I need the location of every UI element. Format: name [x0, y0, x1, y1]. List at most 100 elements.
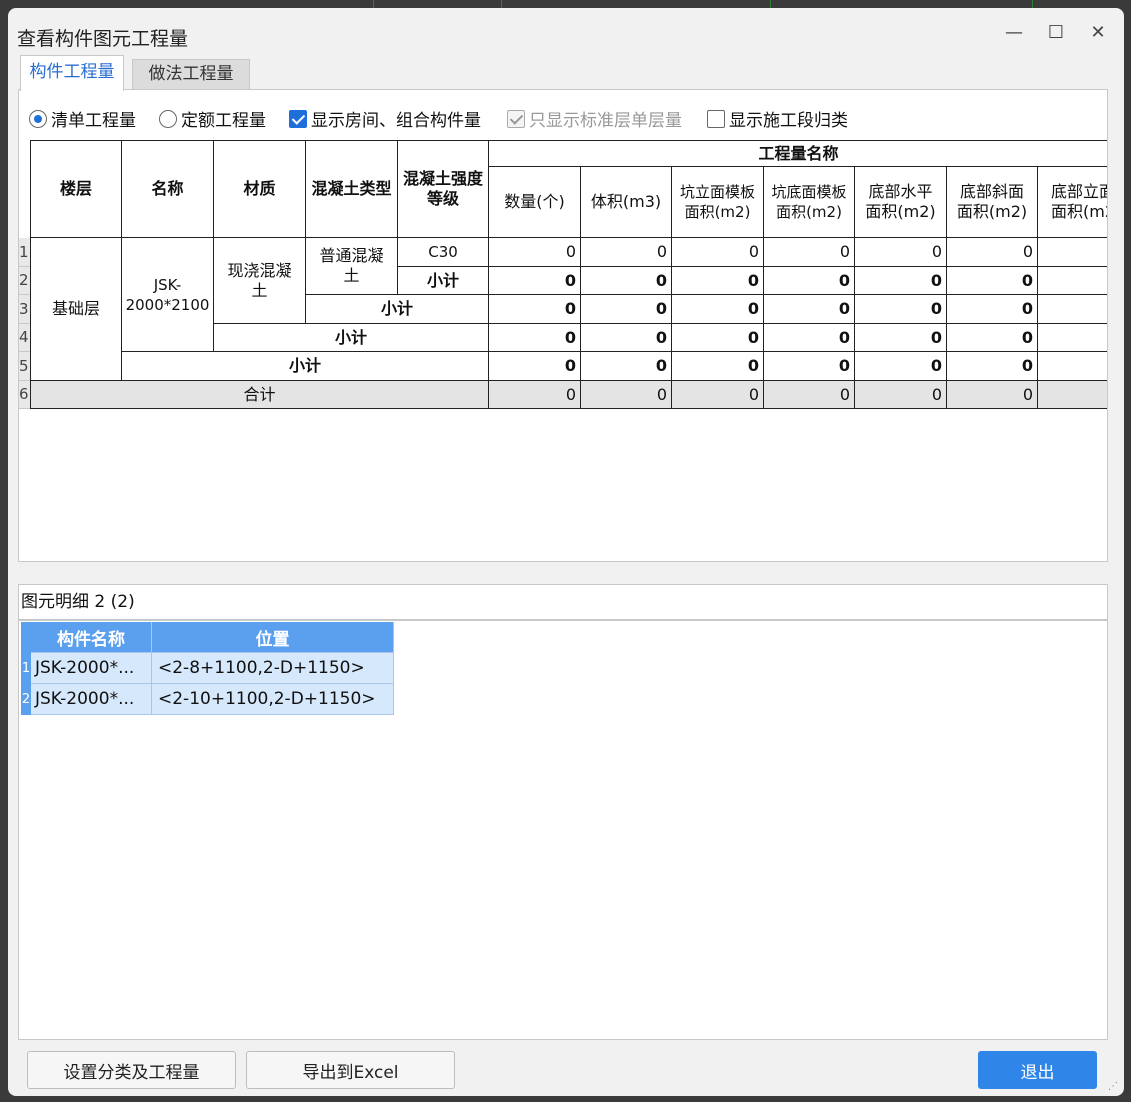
value-cell[interactable]: 0	[581, 381, 672, 409]
cell-subtotal[interactable]: 小计	[122, 352, 489, 381]
value-cell[interactable]: 0	[947, 238, 1038, 267]
detail-row-number: 2	[21, 684, 31, 715]
settings-button[interactable]: 设置分类及工程量	[27, 1051, 236, 1089]
detail-header: 图元明细 2 (2)	[18, 584, 1108, 620]
cell-subtotal[interactable]: 小计	[214, 324, 489, 352]
value-cell[interactable]: 0	[947, 381, 1038, 409]
detail-count: 2 (2)	[94, 592, 135, 612]
detail-header-name[interactable]: 构件名称	[31, 622, 152, 653]
value-cell[interactable]: 0	[672, 324, 764, 352]
detail-row-number: 1	[21, 653, 31, 684]
value-cell[interactable]	[1038, 381, 1107, 409]
value-cell[interactable]	[1038, 352, 1107, 381]
detail-panel: 构件名称 位置 1 JSK-2000*... <2-8+1100,2-D+115…	[18, 620, 1108, 1040]
value-cell[interactable]: 0	[855, 295, 947, 324]
row-number: 2	[19, 267, 30, 295]
radio-quota-quantity[interactable]: 定额工程量	[159, 106, 266, 131]
check-standard-floor: 只显示标准层单层量	[507, 106, 682, 131]
value-cell[interactable]: 0	[764, 381, 855, 409]
value-cell[interactable]: 0	[947, 324, 1038, 352]
header-pit-bottom: 坑底面模板面积(m2)	[764, 167, 855, 238]
radio-unselected-icon[interactable]	[159, 109, 177, 128]
value-cell[interactable]: 0	[489, 352, 581, 381]
row-number: 6	[19, 381, 30, 409]
header-material: 材质	[214, 140, 306, 238]
detail-cell-position[interactable]: <2-8+1100,2-D+1150>	[152, 653, 394, 684]
value-cell[interactable]: 0	[855, 352, 947, 381]
cell-subtotal[interactable]: 小计	[398, 267, 489, 295]
value-cell[interactable]: 0	[672, 352, 764, 381]
detail-header-position[interactable]: 位置	[152, 622, 394, 653]
row-number: 1	[19, 238, 30, 267]
cell-subtotal[interactable]: 小计	[306, 295, 489, 324]
quantity-table[interactable]: 楼层 名称 材质 混凝土类型 混凝土强度等级 工程量名称 数量(个) 体积(m3…	[19, 140, 1107, 470]
checkbox-unchecked-icon[interactable]	[707, 109, 725, 128]
value-cell[interactable]: 0	[672, 381, 764, 409]
checkbox-checked-icon[interactable]	[289, 109, 307, 128]
cell-total[interactable]: 合计	[30, 381, 489, 409]
export-excel-button[interactable]: 导出到Excel	[246, 1051, 455, 1089]
cell-floor[interactable]: 基础层	[30, 238, 122, 381]
maximize-icon[interactable]: ☐	[1042, 22, 1070, 43]
detail-cell-name[interactable]: JSK-2000*...	[31, 653, 152, 684]
value-cell[interactable]: 0	[947, 267, 1038, 295]
value-cell[interactable]: 0	[855, 238, 947, 267]
value-cell[interactable]: 0	[581, 238, 672, 267]
value-cell[interactable]: 0	[489, 295, 581, 324]
value-cell[interactable]: 0	[855, 381, 947, 409]
value-cell[interactable]: 0	[581, 324, 672, 352]
header-concrete-grade: 混凝土强度等级	[398, 140, 489, 238]
minimize-icon[interactable]: —	[1000, 22, 1028, 43]
value-cell[interactable]: 0	[581, 352, 672, 381]
radio-selected-icon[interactable]	[29, 109, 47, 128]
tab-component-quantity[interactable]: 构件工程量	[20, 55, 124, 91]
header-name: 名称	[122, 140, 214, 238]
value-cell[interactable]: 0	[581, 267, 672, 295]
value-cell[interactable]: 0	[489, 267, 581, 295]
cell-name[interactable]: JSK-2000*2100	[122, 238, 214, 352]
cell-concrete-type[interactable]: 普通混凝土	[306, 238, 398, 295]
dialog-title: 查看构件图元工程量	[17, 28, 189, 50]
value-cell[interactable]: 0	[672, 267, 764, 295]
value-cell[interactable]: 0	[489, 238, 581, 267]
checkbox-disabled-icon	[507, 109, 525, 128]
detail-row-number-header	[21, 622, 31, 653]
cell-concrete-grade[interactable]: C30	[398, 238, 489, 267]
value-cell[interactable]: 0	[947, 295, 1038, 324]
check-show-sections[interactable]: 显示施工段归类	[707, 106, 848, 131]
tab-method-quantity[interactable]: 做法工程量	[132, 59, 250, 89]
header-floor: 楼层	[30, 140, 122, 238]
value-cell[interactable]: 0	[764, 267, 855, 295]
value-cell[interactable]: 0	[764, 324, 855, 352]
header-pit-side: 坑立面模板面积(m2)	[672, 167, 764, 238]
cell-material[interactable]: 现浇混凝土	[214, 238, 306, 324]
value-cell[interactable]: 0	[672, 238, 764, 267]
value-cell[interactable]: 0	[764, 238, 855, 267]
radio-list-quantity[interactable]: 清单工程量	[29, 106, 136, 131]
close-icon[interactable]: ✕	[1084, 22, 1112, 43]
value-cell[interactable]	[1038, 324, 1107, 352]
value-cell[interactable]	[1038, 238, 1107, 267]
detail-title: 图元明细	[21, 592, 89, 612]
value-cell[interactable]: 0	[947, 352, 1038, 381]
value-cell[interactable]: 0	[764, 295, 855, 324]
value-cell[interactable]	[1038, 295, 1107, 324]
value-cell[interactable]: 0	[672, 295, 764, 324]
value-cell[interactable]: 0	[489, 324, 581, 352]
row-number: 3	[19, 295, 30, 324]
header-bottom-slope: 底部斜面面积(m2)	[947, 167, 1038, 238]
value-cell[interactable]: 0	[581, 295, 672, 324]
detail-cell-name[interactable]: JSK-2000*...	[31, 684, 152, 715]
header-qty: 数量(个)	[489, 167, 581, 238]
check-show-rooms[interactable]: 显示房间、组合构件量	[289, 106, 481, 131]
detail-cell-position[interactable]: <2-10+1100,2-D+1150>	[152, 684, 394, 715]
value-cell[interactable]	[1038, 267, 1107, 295]
resize-grip-icon[interactable]: ⋰	[1108, 1081, 1118, 1092]
value-cell[interactable]: 0	[855, 324, 947, 352]
header-bottom-vertical: 底部立面面积(m2	[1038, 167, 1107, 238]
value-cell[interactable]: 0	[855, 267, 947, 295]
value-cell[interactable]: 0	[764, 352, 855, 381]
row-number: 4	[19, 324, 30, 352]
exit-button[interactable]: 退出	[978, 1051, 1097, 1089]
value-cell[interactable]: 0	[489, 381, 581, 409]
